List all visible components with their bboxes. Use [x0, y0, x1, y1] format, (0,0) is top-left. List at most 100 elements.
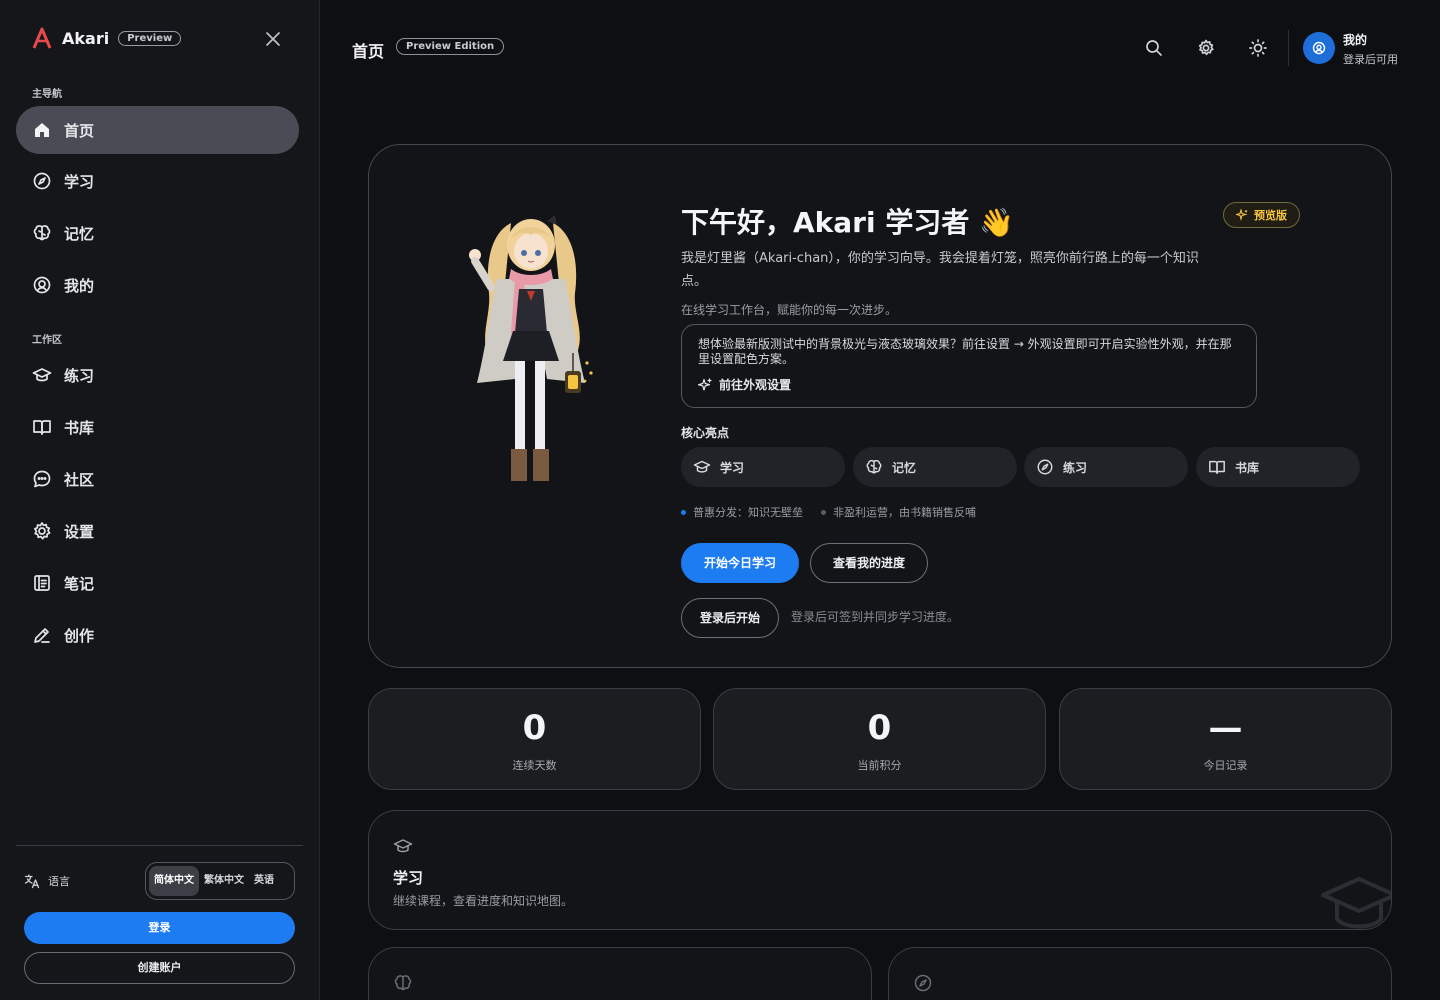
preview-badge: Preview [118, 30, 182, 46]
language-text: 语言 [48, 875, 70, 888]
bullet-dot [681, 509, 686, 515]
compass-icon [32, 171, 52, 191]
brain-icon [32, 223, 52, 243]
sidebar-item-learn[interactable]: 学习 [16, 157, 299, 205]
sidebar-item-label: 书库 [64, 418, 95, 437]
stat-points: 0 当前积分 [713, 688, 1046, 790]
graduation-cap-icon [693, 458, 711, 476]
language-switcher: 简体中文 繁体中文 英语 [145, 862, 295, 900]
hero-subtitle: 在线学习工作台，赋能你的每一次进步。 [681, 303, 898, 317]
preview-edition-badge: 预览版 [1223, 202, 1300, 228]
sidebar-item-create[interactable]: 创作 [16, 611, 299, 659]
sidebar-item-settings[interactable]: 设置 [16, 507, 299, 555]
user-name[interactable]: 我的 [1343, 31, 1367, 48]
sidebar-item-community[interactable]: 社区 [16, 455, 299, 503]
stat-value: 0 [867, 708, 892, 748]
sidebar-item-label: 设置 [64, 522, 95, 541]
appearance-notice: 想体验最新版测试中的背景极光与液态玻璃效果？前往设置 → 外观设置即可开启实验性… [681, 324, 1257, 408]
login-to-start-button[interactable]: 登录后开始 [681, 598, 779, 638]
edition-badge: Preview Edition [396, 38, 505, 55]
sidebar-item-home[interactable]: 首页 [16, 106, 299, 154]
sidebar-item-label: 笔记 [64, 574, 95, 593]
home-icon [32, 120, 52, 140]
greeting-title: 下午好，Akari 学习者 👋 [681, 206, 1014, 239]
brand-name: Akari [62, 28, 110, 48]
view-progress-button[interactable]: 查看我的进度 [810, 543, 928, 583]
brain-icon [865, 458, 883, 476]
stat-label: 连续天数 [512, 759, 557, 772]
user-circle-icon [1312, 41, 1326, 55]
highlight-label: 练习 [1063, 460, 1088, 475]
brand[interactable]: Akari Preview [32, 26, 182, 50]
pencil-icon [32, 625, 52, 645]
highlight-label: 书库 [1235, 460, 1260, 475]
sidebar-item-profile[interactable]: 我的 [16, 261, 299, 309]
stat-streak-days: 0 连续天数 [368, 688, 701, 790]
sidebar-item-library[interactable]: 书库 [16, 403, 299, 451]
settings-gear-icon[interactable] [1196, 38, 1216, 58]
login-button[interactable]: 登录 [24, 912, 295, 944]
stat-label: 今日记录 [1203, 759, 1248, 772]
feature-title: 学习 [393, 869, 424, 887]
language-label: 语言 [24, 873, 70, 889]
highlights-title: 核心亮点 [681, 426, 730, 440]
lang-option-traditional[interactable]: 繁体中文 [199, 866, 249, 896]
sidebar-item-label: 首页 [64, 121, 95, 140]
sidebar-item-memory[interactable]: 记忆 [16, 209, 299, 257]
highlight-label: 学习 [720, 460, 745, 475]
gear-icon [32, 521, 52, 541]
mission-bullets: 普惠分发：知识无壁垒 非盈利运营，由书籍销售反哺 [681, 504, 976, 520]
bullet-text: 非盈利运营，由书籍销售反哺 [833, 506, 976, 519]
compass-icon [913, 973, 933, 993]
graduation-cap-icon [393, 836, 413, 856]
akari-logo-icon [32, 27, 52, 49]
learn-feature-card[interactable]: 学习 继续课程，查看进度和知识地图。 [368, 810, 1392, 930]
sidebar: Akari Preview 主导航 首页 学习 记忆 我的 工作区 练习 书库 … [0, 0, 320, 1000]
user-subtitle: 登录后可用 [1343, 53, 1398, 66]
brain-icon [393, 973, 413, 993]
sidebar-item-label: 学习 [64, 172, 95, 191]
avatar[interactable] [1303, 32, 1335, 64]
main-nav-title: 主导航 [32, 89, 62, 100]
highlight-practice[interactable]: 练习 [1024, 447, 1188, 487]
memory-feature-card[interactable] [368, 947, 872, 1000]
highlight-learn[interactable]: 学习 [681, 447, 845, 487]
practice-feature-card[interactable] [888, 947, 1392, 1000]
sun-icon[interactable] [1248, 38, 1268, 58]
start-learning-button[interactable]: 开始今日学习 [681, 543, 799, 583]
topbar-separator [1288, 30, 1289, 66]
graduation-cap-icon [32, 365, 52, 385]
sidebar-item-label: 我的 [64, 276, 95, 295]
stat-today-record: — 今日记录 [1059, 688, 1392, 790]
hero-card: 下午好，Akari 学习者 👋 预览版 我是灯里酱（Akari-chan），你的… [368, 144, 1392, 668]
notice-text: 想体验最新版测试中的背景极光与液态玻璃效果？前往设置 → 外观设置即可开启实验性… [698, 337, 1232, 366]
notice-link-label: 前往外观设置 [719, 378, 792, 392]
sidebar-item-notes[interactable]: 笔记 [16, 559, 299, 607]
book-open-icon [32, 417, 52, 437]
highlight-library[interactable]: 书库 [1196, 447, 1360, 487]
stat-value: 0 [522, 708, 547, 748]
graduation-cap-watermark-icon [1319, 869, 1391, 929]
feature-description: 继续课程，查看进度和知识地图。 [393, 894, 574, 908]
login-hint: 登录后可签到并同步学习进度。 [791, 610, 960, 624]
page-title: 首页 [352, 42, 385, 61]
search-icon[interactable] [1144, 38, 1164, 58]
sparkle-icon [1236, 209, 1248, 221]
close-sidebar-button[interactable] [262, 28, 284, 50]
bullet-text: 普惠分发：知识无壁垒 [693, 506, 803, 519]
sidebar-item-label: 社区 [64, 470, 95, 489]
sidebar-item-label: 创作 [64, 626, 95, 645]
sidebar-item-practice[interactable]: 练习 [16, 351, 299, 399]
lang-option-simplified[interactable]: 简体中文 [149, 866, 199, 896]
stat-label: 当前积分 [857, 759, 902, 772]
hero-description: 我是灯里酱（Akari-chan），你的学习向导。我会提着灯笼，照亮你前行路上的… [681, 251, 1199, 289]
lang-option-english[interactable]: 英语 [249, 866, 279, 896]
notebook-icon [32, 573, 52, 593]
highlight-memory[interactable]: 记忆 [853, 447, 1017, 487]
workspace-title: 工作区 [32, 335, 62, 346]
create-account-button[interactable]: 创建账户 [24, 952, 295, 984]
appearance-settings-link[interactable]: 前往外观设置 [698, 376, 1240, 393]
user-circle-icon [32, 275, 52, 295]
bullet-dot [821, 509, 826, 515]
book-open-icon [1208, 458, 1226, 476]
